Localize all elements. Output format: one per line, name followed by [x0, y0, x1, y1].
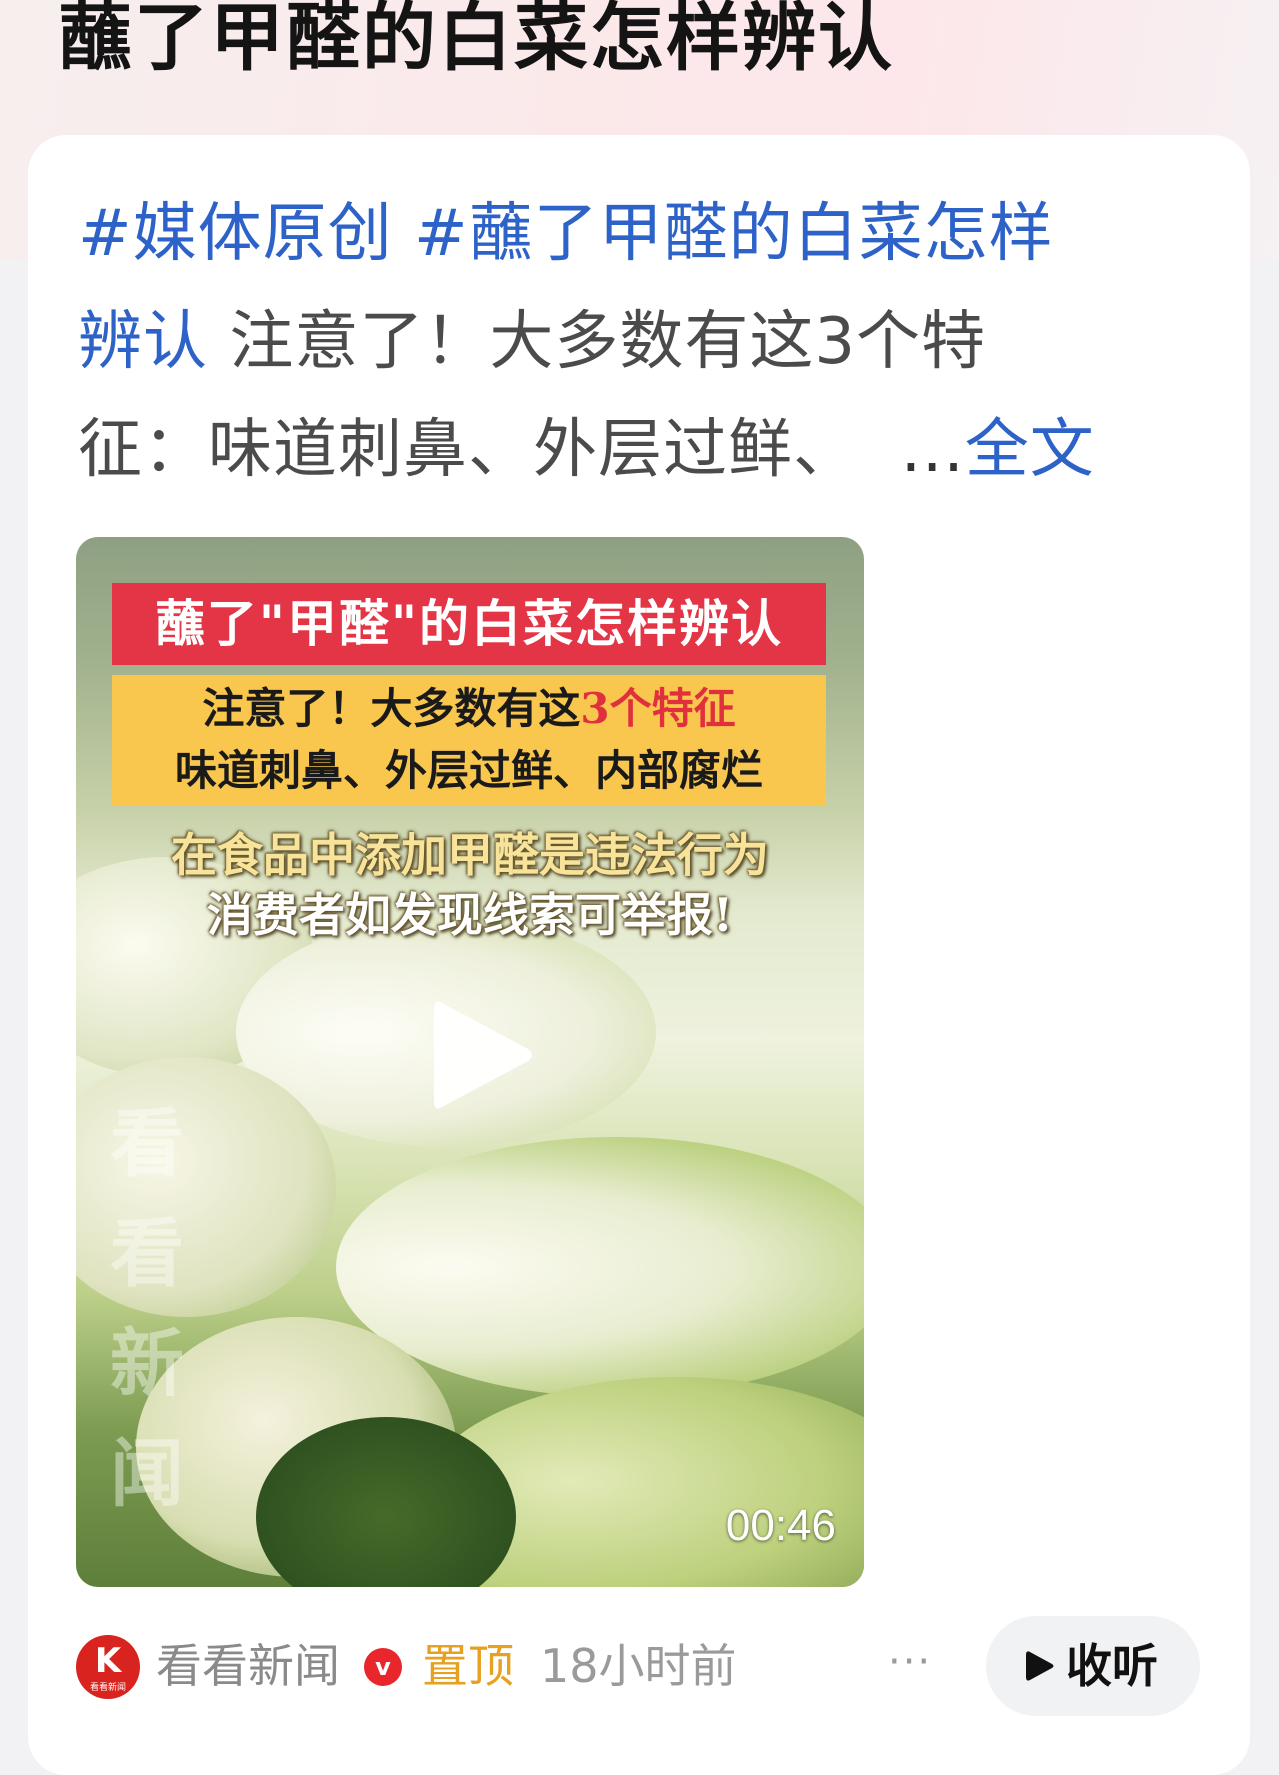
avatar-logo-letter: K	[94, 1641, 122, 1681]
page-title: 蘸了甲醛的白菜怎样辨认	[58, 0, 894, 81]
post-footer: K 看看新闻 看看新闻 v 置顶 18小时前 ··· 收听	[76, 1616, 1206, 1716]
ellipsis: ...	[900, 413, 965, 487]
feature-line-1: 注意了！大多数有这3个特征	[112, 675, 826, 741]
post-line-3: 征：味道刺鼻、外层过鲜、 ...全文	[78, 396, 1218, 504]
hashtag-media-original[interactable]: #媒体原创	[78, 197, 393, 271]
read-full-text-link[interactable]: 全文	[965, 413, 1095, 487]
play-icon	[1026, 1651, 1054, 1681]
video-warning-line-2: 消费者如发现线索可举报!	[206, 888, 734, 942]
post-line-1: #媒体原创 #蘸了甲醛的白菜怎样	[78, 180, 1218, 288]
pinned-label: 置顶	[422, 1639, 514, 1693]
post-body-text-2: 征：味道刺鼻、外层过鲜、	[78, 413, 858, 487]
verified-badge-icon: v	[364, 1648, 402, 1686]
video-warning-line-1: 在食品中添加甲醛是违法行为	[171, 828, 769, 882]
video-player[interactable]: 蘸了"甲醛"的白菜怎样辨认 注意了！大多数有这3个特征 味道刺鼻、外层过鲜、内部…	[76, 537, 864, 1587]
listen-button[interactable]: 收听	[986, 1616, 1200, 1716]
avatar[interactable]: K 看看新闻	[76, 1635, 140, 1699]
more-options-icon[interactable]: ···	[888, 1632, 932, 1692]
post-time: 18小时前	[540, 1639, 737, 1693]
feature-line-1-highlight: 3个特征	[580, 684, 736, 733]
author-name[interactable]: 看看新闻	[156, 1632, 340, 1700]
play-icon[interactable]	[428, 995, 538, 1115]
post-line-2: 辨认 注意了！大多数有这3个特	[78, 288, 1218, 396]
feature-line-1-prefix: 注意了！大多数有这	[202, 684, 581, 733]
listen-label: 收听	[1066, 1639, 1158, 1693]
hashtag-topic[interactable]: #蘸了甲醛的白菜怎样	[414, 197, 1054, 271]
post-text: #媒体原创 #蘸了甲醛的白菜怎样 辨认 注意了！大多数有这3个特 征：味道刺鼻、…	[78, 180, 1218, 504]
video-duration: 00:46	[725, 1501, 836, 1550]
post-body-text-1: 注意了！大多数有这3个特	[208, 305, 987, 379]
watermark-line-2: 新闻	[110, 1321, 188, 1517]
avatar-logo-text: 看看新闻	[89, 1683, 126, 1693]
watermark-line-1: 看看	[110, 1101, 188, 1297]
cabbage-decoration	[336, 1137, 864, 1397]
video-feature-box: 注意了！大多数有这3个特征 味道刺鼻、外层过鲜、内部腐烂	[112, 675, 826, 805]
hashtag-topic-continued[interactable]: 辨认	[78, 305, 208, 379]
video-title-banner: 蘸了"甲醛"的白菜怎样辨认	[112, 583, 826, 665]
video-watermark: 看看 新闻	[110, 1089, 260, 1529]
feature-line-2: 味道刺鼻、外层过鲜、内部腐烂	[174, 746, 763, 795]
